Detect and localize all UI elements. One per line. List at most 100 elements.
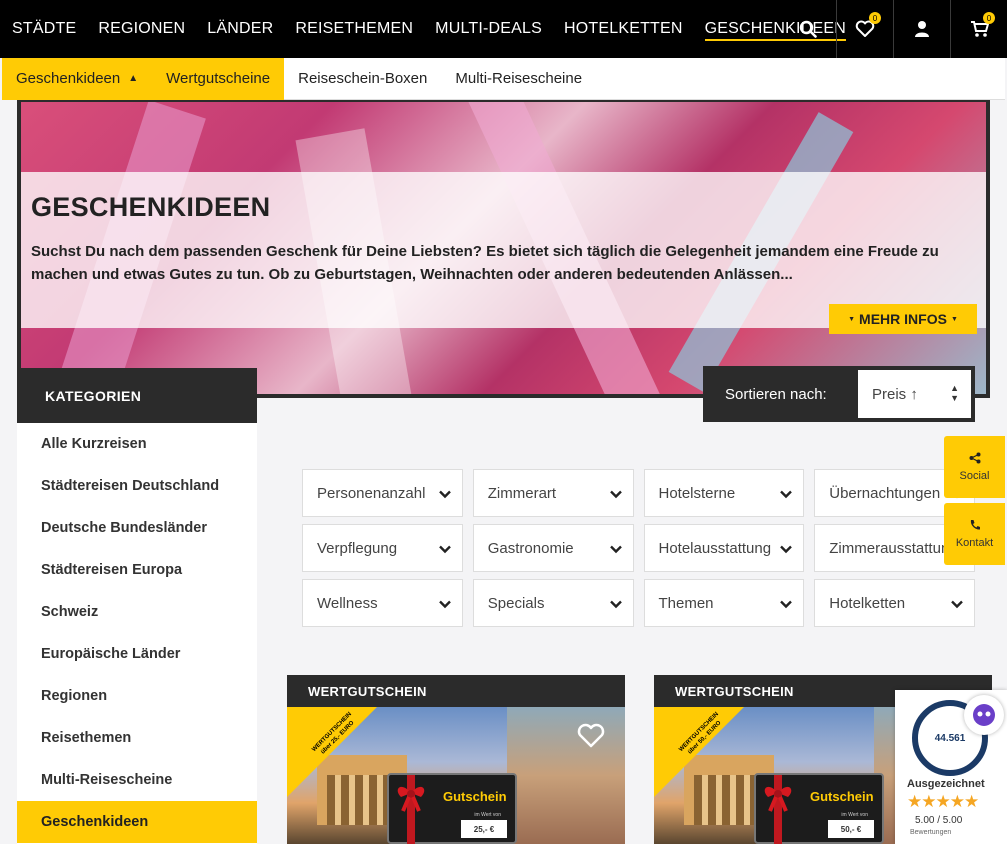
filter-panel: Personenanzahl Zimmerart Hotelsterne Übe… — [302, 469, 975, 634]
nav-link-hotelketten[interactable]: HOTELKETTEN — [564, 0, 683, 58]
filter-label: Gastronomie — [487, 539, 574, 557]
sort-select[interactable]: Preis ↑ ▲ ▼ — [858, 370, 971, 418]
page-title: GESCHENKIDEEN — [31, 192, 271, 222]
sidebar-item-multi-reisescheine[interactable]: Multi-Reisescheine — [17, 759, 257, 801]
chevron-down-icon — [438, 545, 451, 554]
user-icon — [915, 21, 929, 37]
chevron-down-icon — [438, 490, 451, 499]
nav-link-staedte[interactable]: STÄDTE — [12, 0, 76, 58]
main-menu: STÄDTE REGIONEN LÄNDER REISETHEMEN MULTI… — [0, 0, 868, 58]
sidebar-item-deutsche-bundeslaender[interactable]: Deutsche Bundesländer — [17, 507, 257, 549]
subnav-multi-reisescheine[interactable]: Multi-Reisescheine — [441, 58, 596, 100]
sidebar-item-schweiz[interactable]: Schweiz — [17, 591, 257, 633]
chevron-down-icon — [780, 545, 793, 554]
chevron-down-icon — [609, 600, 622, 609]
chevron-down-icon — [780, 600, 793, 609]
filter-personenanzahl[interactable]: Personenanzahl — [302, 469, 463, 517]
chevron-down-icon — [609, 545, 622, 554]
filter-specials[interactable]: Specials — [472, 579, 634, 627]
voucher-value: 25,- € — [461, 820, 507, 838]
sort-label: Sortieren nach: — [725, 385, 827, 403]
rating-stars: ★★★★★ — [907, 792, 979, 811]
filter-label: Wellness — [317, 594, 378, 612]
sidebar-item-reisethemen[interactable]: Reisethemen — [17, 717, 257, 759]
subnav-geschenkideen[interactable]: Geschenkideen ▲ — [2, 57, 153, 100]
chevron-down-icon — [780, 490, 793, 499]
subnav-wertgutscheine[interactable]: Wertgutscheine — [152, 57, 285, 100]
card-corner-ribbon — [654, 707, 744, 797]
filter-label: Verpflegung — [317, 539, 398, 557]
header-icons: 0 0 — [779, 0, 1007, 58]
chat-button[interactable] — [964, 695, 1004, 735]
account-button[interactable] — [893, 0, 950, 58]
voucher-title: Gutschein — [443, 789, 507, 804]
caret-up-icon: ▲ — [128, 73, 139, 84]
filter-label: Themen — [658, 594, 714, 612]
filter-row: Personenanzahl Zimmerart Hotelsterne Übe… — [302, 469, 975, 517]
contact-label: Kontakt — [955, 537, 994, 549]
triangle-down-icon: ▼ — [848, 315, 856, 323]
filter-hotelausstattung[interactable]: Hotelausstattung — [643, 524, 805, 572]
filter-verpflegung[interactable]: Verpflegung — [302, 524, 463, 572]
hero-description: Suchst Du nach dem passenden Geschenk fü… — [31, 243, 939, 283]
nav-link-reisethemen[interactable]: REISETHEMEN — [295, 0, 413, 58]
filter-wellness[interactable]: Wellness — [302, 579, 463, 627]
filter-label: Übernachtungen — [829, 484, 941, 502]
nav-link-laender[interactable]: LÄNDER — [207, 0, 273, 58]
product-card[interactable]: WERTGUTSCHEIN WERTGUTSCHEIN über 25,- EU… — [287, 675, 625, 844]
bow-icon — [397, 786, 425, 812]
sort-arrows-icon: ▲ ▼ — [950, 383, 959, 403]
favorite-heart-icon[interactable] — [577, 723, 605, 749]
voucher-graphic: Gutschein im Wert von 50,- € — [754, 773, 884, 844]
filter-label: Zimmerart — [487, 484, 557, 502]
subnav-geschenkideen-label: Geschenkideen — [16, 70, 121, 87]
more-info-label: MEHR INFOS — [859, 311, 947, 327]
filter-label: Personenanzahl — [317, 484, 426, 502]
sidebar-item-alle-kurzreisen[interactable]: Alle Kurzreisen — [17, 423, 257, 465]
nav-link-multi-deals[interactable]: MULTI-DEALS — [435, 0, 542, 58]
triangle-down-icon: ▼ — [950, 315, 958, 323]
hero-banner: GESCHENKIDEEN Suchst Du nach dem passend… — [17, 100, 990, 398]
filter-hotelsterne[interactable]: Hotelsterne — [643, 469, 805, 517]
nav-link-regionen[interactable]: REGIONEN — [98, 0, 185, 58]
rating-caption: Bewertungen — [910, 829, 952, 836]
chevron-down-icon — [609, 490, 622, 499]
sidebar-item-staedtereisen-europa[interactable]: Städtereisen Europa — [17, 549, 257, 591]
sidebar-item-regionen[interactable]: Regionen — [17, 675, 257, 717]
sort-value: Preis ↑ — [872, 385, 918, 403]
sidebar-item-geschenkideen[interactable]: Geschenkideen — [17, 801, 257, 843]
filter-themen[interactable]: Themen — [643, 579, 805, 627]
card-corner-ribbon — [287, 707, 377, 797]
contact-button[interactable]: Kontakt — [944, 503, 1005, 565]
search-icon — [799, 20, 817, 38]
subnav-reiseschein-boxen[interactable]: Reiseschein-Boxen — [284, 58, 441, 100]
card-photo — [507, 707, 625, 844]
voucher-value-caption: im Wert von — [474, 812, 501, 818]
filter-zimmerart[interactable]: Zimmerart — [472, 469, 634, 517]
filter-hotelketten[interactable]: Hotelketten — [814, 579, 975, 627]
category-sidebar: KATEGORIEN Alle Kurzreisen Städtereisen … — [17, 368, 257, 844]
sidebar-item-staedtereisen-deutschland[interactable]: Städtereisen Deutschland — [17, 465, 257, 507]
filter-row: Verpflegung Gastronomie Hotelausstattung… — [302, 524, 975, 572]
voucher-value-caption: im Wert von — [841, 812, 868, 818]
cart-count-badge: 0 — [983, 12, 995, 24]
more-info-button[interactable]: ▼ MEHR INFOS ▼ — [829, 304, 977, 334]
search-button[interactable] — [779, 0, 836, 58]
social-button[interactable]: Social — [944, 436, 1005, 498]
filter-gastronomie[interactable]: Gastronomie — [472, 524, 634, 572]
phone-icon — [970, 520, 980, 530]
bow-icon — [764, 786, 792, 812]
wishlist-button[interactable]: 0 — [836, 0, 893, 58]
filter-label: Specials — [487, 594, 545, 612]
cart-button[interactable]: 0 — [950, 0, 1007, 58]
rating-score: 5.00 / 5.00 — [915, 815, 963, 826]
filter-row: Wellness Specials Themen Hotelketten — [302, 579, 975, 627]
voucher-title: Gutschein — [810, 789, 874, 804]
award-label: Ausgezeichnet — [907, 778, 985, 790]
voucher-value: 50,- € — [828, 820, 874, 838]
share-icon — [969, 452, 980, 464]
chevron-down-icon — [951, 600, 963, 609]
card-label: WERTGUTSCHEIN — [287, 675, 625, 707]
sort-control: Sortieren nach: Preis ↑ ▲ ▼ — [703, 366, 975, 422]
sidebar-item-europaeische-laender[interactable]: Europäische Länder — [17, 633, 257, 675]
